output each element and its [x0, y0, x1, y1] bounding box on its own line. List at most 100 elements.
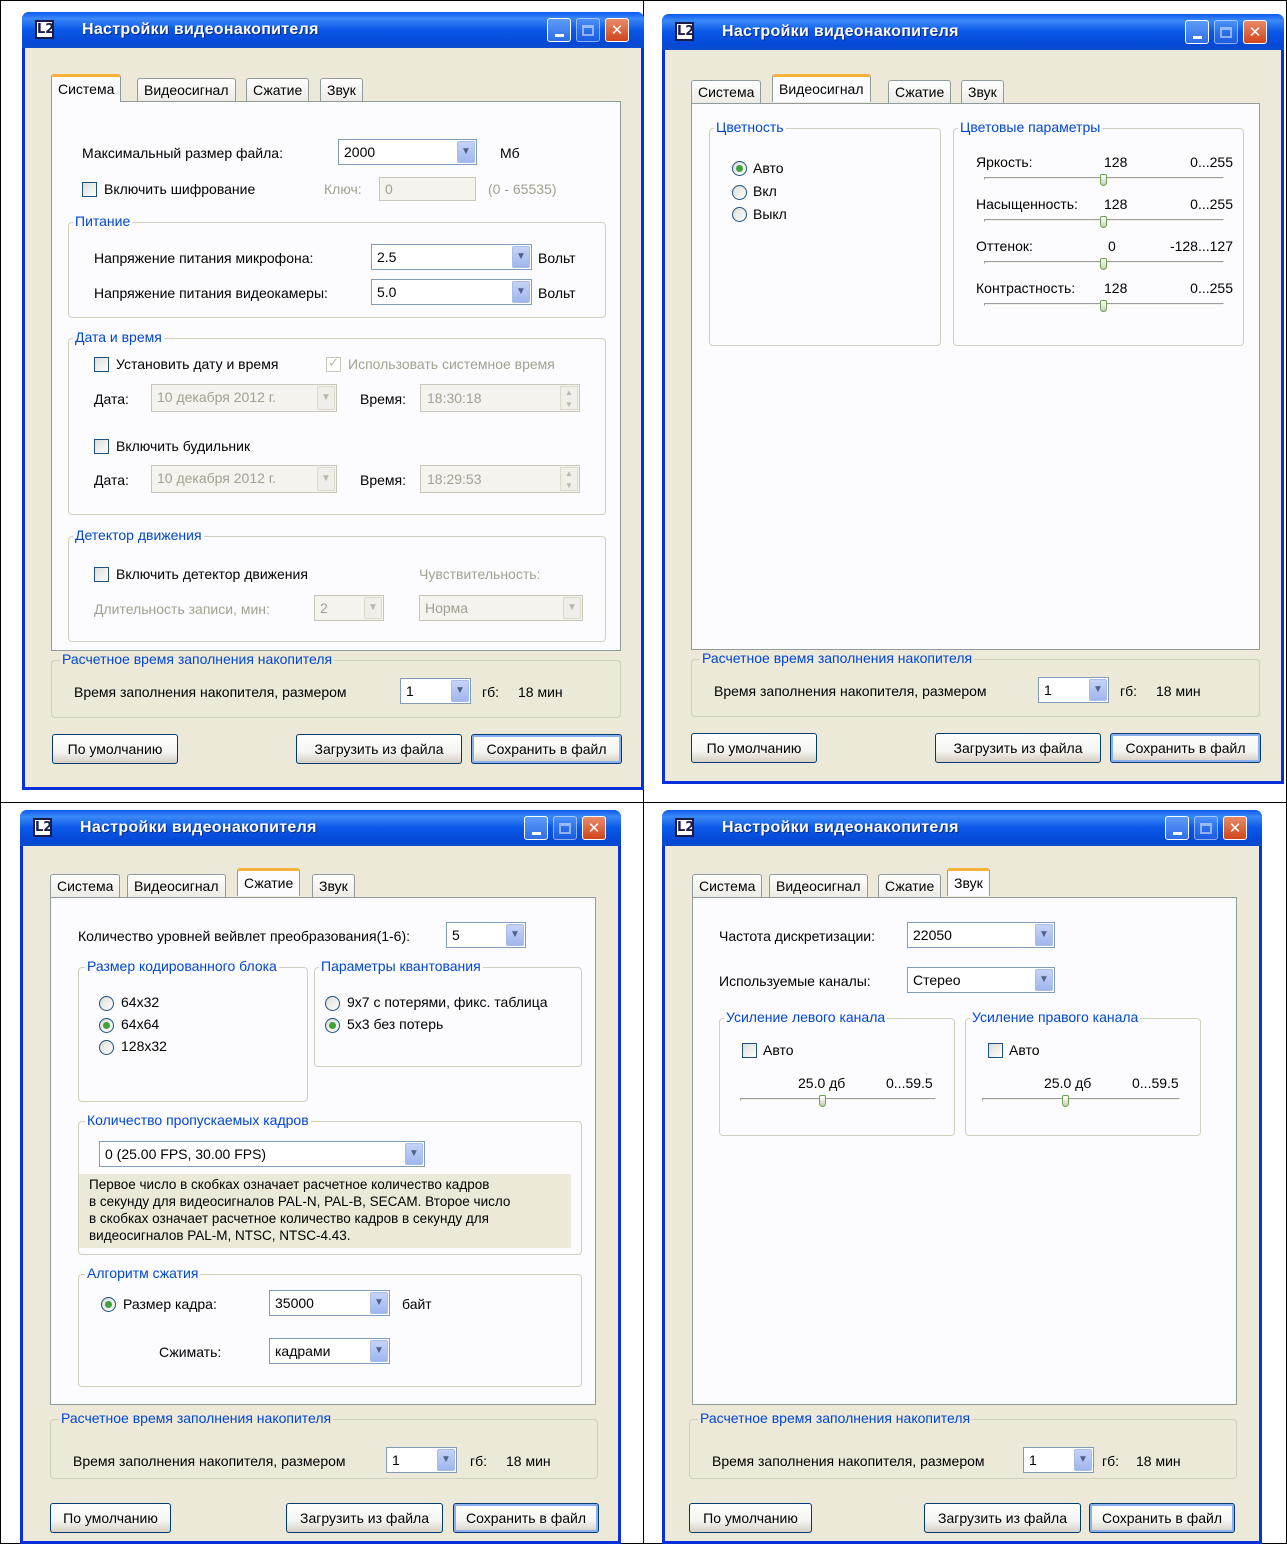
- chevron-down-icon[interactable]: ▼: [451, 680, 469, 702]
- tab-compress[interactable]: Сжатие: [888, 80, 952, 103]
- tab-video[interactable]: Видеосигнал: [127, 874, 226, 897]
- color-param-slider[interactable]: [984, 174, 1224, 188]
- motion-checkbox[interactable]: [94, 567, 109, 582]
- left-auto-checkbox[interactable]: [742, 1043, 757, 1058]
- default-button[interactable]: По умолчанию: [691, 733, 817, 763]
- tab-compress[interactable]: Сжатие: [246, 78, 310, 101]
- chevron-down-icon[interactable]: ▼: [317, 467, 335, 491]
- radio-quant-lossy[interactable]: [325, 996, 340, 1011]
- radio-quant-lossless[interactable]: [325, 1018, 340, 1033]
- close-button[interactable]: ✕: [605, 18, 629, 42]
- save-to-file-button[interactable]: Сохранить в файл: [1089, 1503, 1235, 1533]
- mic-voltage-select[interactable]: 2.5 ▼: [371, 244, 532, 270]
- encrypt-checkbox[interactable]: [82, 182, 97, 197]
- frame-size-select[interactable]: 35000 ▼: [269, 1290, 390, 1316]
- date-picker[interactable]: 10 декабря 2012 г. ▼: [151, 384, 337, 412]
- tab-compress[interactable]: Сжатие: [878, 874, 942, 897]
- load-from-file-button[interactable]: Загрузить из файла: [924, 1503, 1081, 1533]
- chevron-down-icon[interactable]: ▼: [1035, 924, 1053, 946]
- duration-select[interactable]: 2 ▼: [314, 595, 384, 621]
- tab-video[interactable]: Видеосигнал: [772, 74, 871, 102]
- default-button[interactable]: По умолчанию: [689, 1503, 812, 1533]
- slider-thumb[interactable]: [1062, 1095, 1069, 1107]
- tab-sound[interactable]: Звук: [320, 78, 363, 101]
- storage-size-select[interactable]: 1 ▼: [386, 1447, 457, 1473]
- slider-thumb[interactable]: [819, 1095, 826, 1107]
- radio-frame-size[interactable]: [101, 1297, 116, 1312]
- use-system-time-checkbox[interactable]: [326, 355, 341, 372]
- right-gain-slider[interactable]: [982, 1095, 1180, 1109]
- minimize-button[interactable]: [1165, 816, 1189, 840]
- title-bar[interactable]: L2 Настройки видеонакопителя ✕: [22, 12, 644, 48]
- load-from-file-button[interactable]: Загрузить из файла: [296, 734, 462, 764]
- chevron-down-icon[interactable]: ▼: [1089, 679, 1107, 701]
- default-button[interactable]: По умолчанию: [52, 734, 178, 764]
- sample-rate-select[interactable]: 22050 ▼: [907, 922, 1055, 948]
- close-button[interactable]: ✕: [582, 816, 606, 840]
- camera-voltage-select[interactable]: 5.0 ▼: [371, 279, 532, 305]
- chevron-down-icon[interactable]: ▼: [370, 1340, 388, 1362]
- close-button[interactable]: ✕: [1243, 20, 1267, 44]
- title-bar[interactable]: L2 Настройки видеонакопителя ✕: [20, 810, 621, 846]
- storage-size-select[interactable]: 1 ▼: [400, 678, 471, 704]
- slider-thumb[interactable]: [1100, 216, 1107, 228]
- save-to-file-button[interactable]: Сохранить в файл: [1110, 733, 1261, 763]
- tab-sound[interactable]: Звук: [947, 868, 990, 896]
- key-field[interactable]: 0: [379, 177, 476, 201]
- chevron-down-icon[interactable]: ▼: [317, 386, 335, 410]
- title-bar[interactable]: L2 Настройки видеонакопителя ✕: [662, 14, 1284, 50]
- compress-mode-select[interactable]: кадрами ▼: [269, 1338, 390, 1364]
- radio-off[interactable]: [732, 207, 747, 222]
- storage-size-select[interactable]: 1 ▼: [1038, 677, 1109, 703]
- minimize-button[interactable]: [547, 18, 571, 42]
- load-from-file-button[interactable]: Загрузить из файла: [935, 733, 1101, 763]
- chevron-down-icon[interactable]: ▼: [512, 246, 530, 268]
- set-datetime-checkbox[interactable]: [94, 357, 109, 372]
- color-param-slider[interactable]: [984, 216, 1224, 230]
- sensitivity-select[interactable]: Норма ▼: [419, 595, 583, 621]
- minimize-button[interactable]: [1185, 20, 1209, 44]
- alarm-time-spinner[interactable]: 18:29:53 ▲ ▼: [420, 465, 580, 493]
- tab-sound[interactable]: Звук: [312, 874, 355, 897]
- radio-block-64x64[interactable]: [99, 1018, 114, 1033]
- radio-block-64x32[interactable]: [99, 996, 114, 1011]
- alarm-checkbox[interactable]: [94, 439, 109, 454]
- chevron-down-icon[interactable]: ▼: [512, 281, 530, 303]
- tab-system[interactable]: Система: [692, 874, 763, 897]
- spin-arrows-icon[interactable]: ▲ ▼: [560, 467, 578, 491]
- tab-system[interactable]: Система: [51, 74, 122, 102]
- slider-thumb[interactable]: [1100, 300, 1107, 312]
- radio-auto[interactable]: [732, 161, 747, 176]
- tab-system[interactable]: Система: [50, 874, 121, 897]
- tab-video[interactable]: Видеосигнал: [137, 78, 236, 101]
- chevron-down-icon[interactable]: ▼: [370, 1292, 388, 1314]
- tab-sound[interactable]: Звук: [961, 80, 1004, 103]
- minimize-button[interactable]: [524, 816, 548, 840]
- radio-block-128x32[interactable]: [99, 1040, 114, 1055]
- title-bar[interactable]: L2 Настройки видеонакопителя ✕: [662, 810, 1262, 846]
- chevron-down-icon[interactable]: ▼: [405, 1143, 423, 1165]
- chevron-down-icon[interactable]: ▼: [1074, 1449, 1092, 1471]
- max-file-select[interactable]: 2000 ▼: [338, 139, 477, 165]
- skip-frames-select[interactable]: 0 (25.00 FPS, 30.00 FPS) ▼: [99, 1141, 425, 1167]
- chevron-down-icon[interactable]: ▼: [364, 597, 382, 619]
- tab-video[interactable]: Видеосигнал: [769, 874, 868, 897]
- radio-on[interactable]: [732, 185, 747, 200]
- slider-thumb[interactable]: [1100, 174, 1107, 186]
- color-param-slider[interactable]: [984, 300, 1224, 314]
- right-auto-checkbox[interactable]: [988, 1043, 1003, 1058]
- storage-size-select[interactable]: 1 ▼: [1023, 1447, 1094, 1473]
- slider-thumb[interactable]: [1100, 258, 1107, 270]
- save-to-file-button[interactable]: Сохранить в файл: [453, 1503, 599, 1533]
- alarm-date-picker[interactable]: 10 декабря 2012 г. ▼: [151, 465, 337, 493]
- left-gain-slider[interactable]: [740, 1095, 936, 1109]
- chevron-down-icon[interactable]: ▼: [1035, 969, 1053, 991]
- close-button[interactable]: ✕: [1223, 816, 1247, 840]
- chevron-down-icon[interactable]: ▼: [506, 924, 524, 946]
- time-spinner[interactable]: 18:30:18 ▲ ▼: [420, 384, 580, 412]
- tab-compress[interactable]: Сжатие: [237, 868, 301, 896]
- default-button[interactable]: По умолчанию: [50, 1503, 171, 1533]
- chevron-down-icon[interactable]: ▼: [563, 597, 581, 619]
- channels-select[interactable]: Стерео ▼: [907, 967, 1055, 993]
- save-to-file-button[interactable]: Сохранить в файл: [471, 734, 622, 764]
